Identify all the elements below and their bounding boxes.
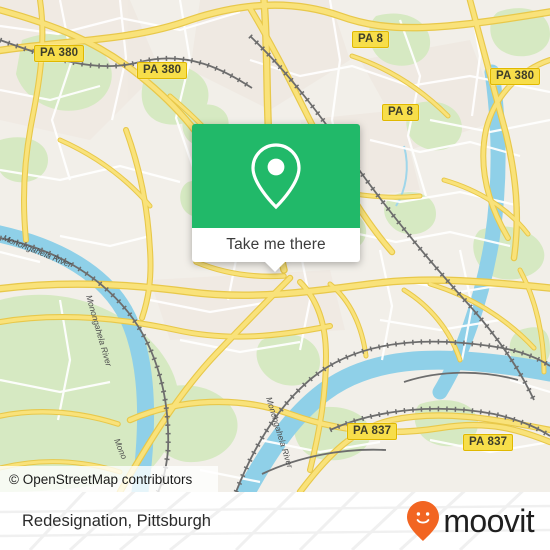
- highway-shield: PA 380: [490, 68, 541, 85]
- popup-header: [192, 124, 360, 228]
- moovit-wordmark: moovit: [443, 503, 534, 539]
- moovit-pin-smiley-icon: [407, 501, 440, 541]
- moovit-brand[interactable]: moovit: [406, 492, 535, 550]
- location-title: Redesignation, Pittsburgh: [22, 492, 211, 550]
- map-canvas[interactable]: Monongahela River Monongahela River Mono…: [0, 0, 550, 492]
- popup-tail: [264, 261, 286, 272]
- highway-shield: PA 837: [347, 423, 398, 440]
- highway-shield: PA 837: [463, 434, 514, 451]
- page-footer: Redesignation, Pittsburgh moovit: [0, 492, 550, 550]
- map-pin-icon: [251, 143, 301, 210]
- highway-shield: PA 380: [34, 45, 85, 62]
- map-attribution[interactable]: © OpenStreetMap contributors: [0, 466, 218, 492]
- highway-shield: PA 380: [137, 62, 188, 79]
- highway-shield: PA 8: [382, 104, 420, 121]
- popup-action-bar[interactable]: Take me there: [192, 228, 360, 262]
- highway-shield: PA 8: [352, 31, 390, 48]
- take-me-there-label: Take me there: [226, 236, 326, 253]
- moovit-map-page: Monongahela River Monongahela River Mono…: [0, 0, 550, 550]
- location-popup-card[interactable]: Take me there: [192, 124, 360, 272]
- location-title-text: Redesignation, Pittsburgh: [22, 511, 211, 530]
- attribution-text: © OpenStreetMap contributors: [9, 471, 193, 487]
